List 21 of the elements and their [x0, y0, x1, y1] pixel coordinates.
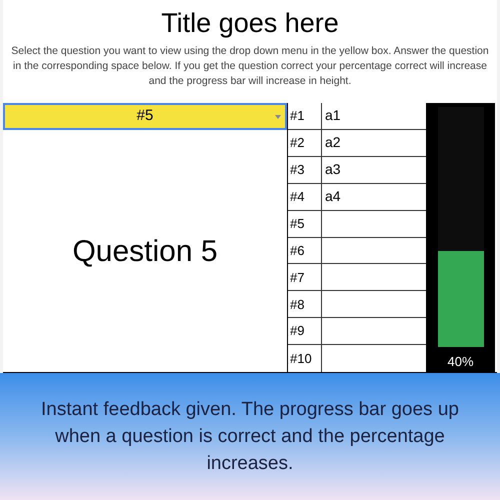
- page-title: Title goes here: [161, 7, 339, 40]
- question-number-cell: #5: [288, 210, 322, 237]
- question-number-cell: #7: [288, 264, 322, 290]
- question-number-cell: #3: [288, 156, 322, 183]
- question-number-cell: #10: [288, 345, 322, 372]
- caption-text: Instant feedback given. The progress bar goes up when a question is correct and the percentage increases.: [40, 398, 460, 476]
- question-number-cell: #4: [288, 184, 322, 210]
- answer-cell[interactable]: a2: [322, 130, 426, 156]
- question-number-cell: #6: [288, 238, 322, 264]
- percentage-text: 40%: [447, 353, 474, 371]
- instructions-text: Select the question you want to view using the drop down menu in the yellow box. Answer the question in the corresponding space below. If you get the question correct your percentage correct will increase and the progress bar will increase in height.: [10, 44, 490, 89]
- dropdown-caret-icon: [275, 115, 281, 119]
- question-number-cell: #9: [288, 318, 322, 344]
- answer-cell[interactable]: a4: [322, 184, 426, 210]
- answer-cell[interactable]: a3: [322, 156, 426, 183]
- question-number-cell: #1: [288, 103, 322, 129]
- question-dropdown[interactable]: #5: [3, 103, 287, 130]
- question-text: Question 5: [72, 234, 218, 270]
- question-number-cell: #8: [288, 291, 322, 318]
- question-number-cell: #2: [288, 130, 322, 156]
- answer-cell[interactable]: a1: [322, 103, 426, 129]
